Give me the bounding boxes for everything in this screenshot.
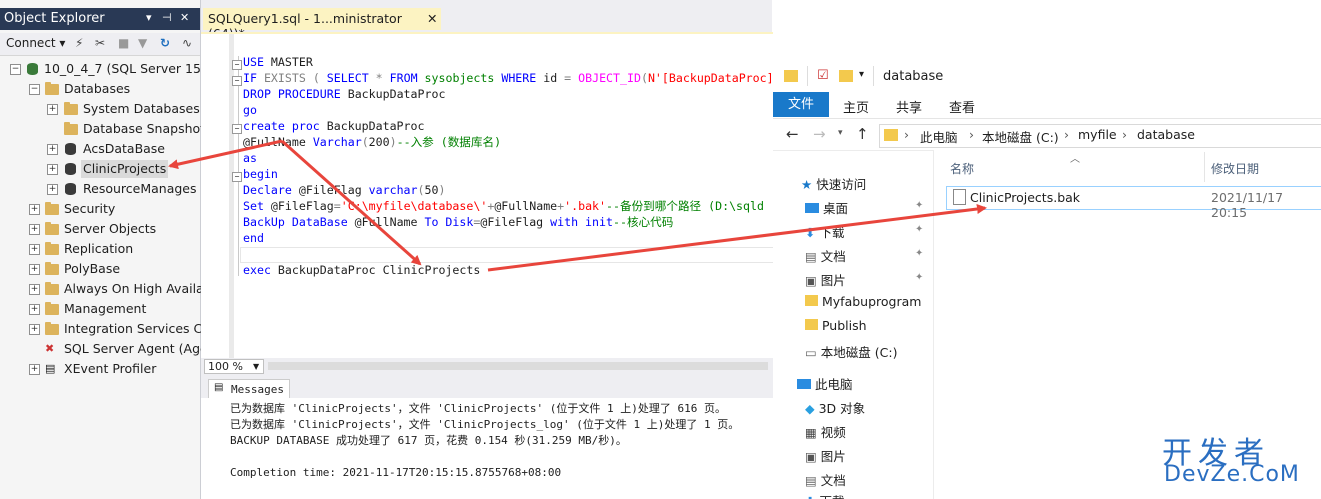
- arrow-to-backup-file: [487, 204, 987, 272]
- annotation-arrows: [168, 139, 987, 272]
- arrow-to-database: [168, 139, 283, 170]
- arrow-to-exec: [281, 139, 422, 266]
